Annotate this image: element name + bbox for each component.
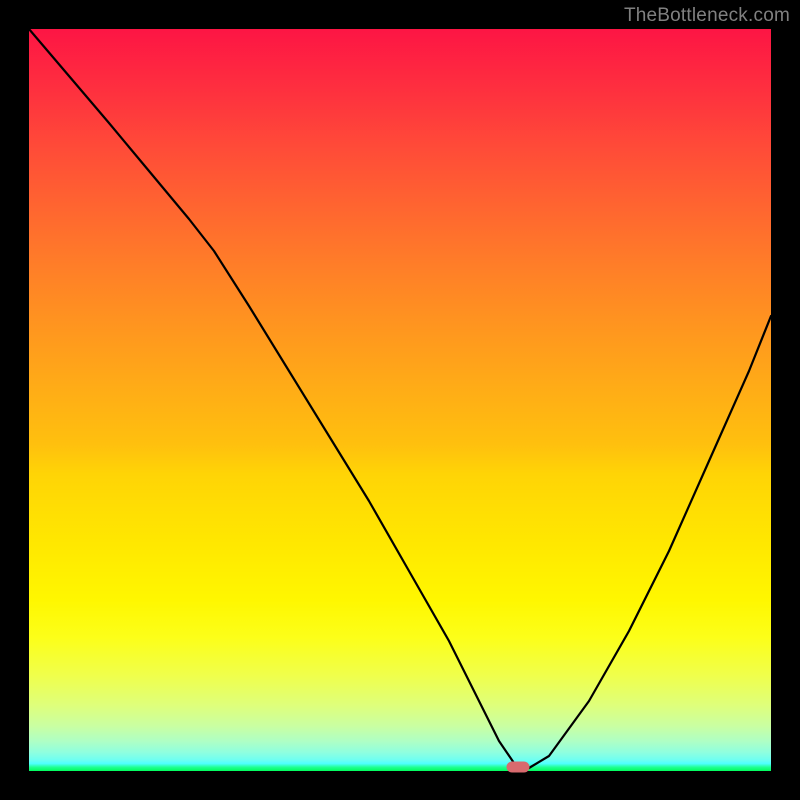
curve-svg — [29, 29, 771, 771]
watermark-text: TheBottleneck.com — [624, 6, 790, 25]
chart-frame: TheBottleneck.com — [0, 0, 800, 800]
highlight-marker — [507, 762, 530, 773]
plot-area — [29, 29, 771, 771]
bottleneck-curve — [29, 29, 771, 768]
